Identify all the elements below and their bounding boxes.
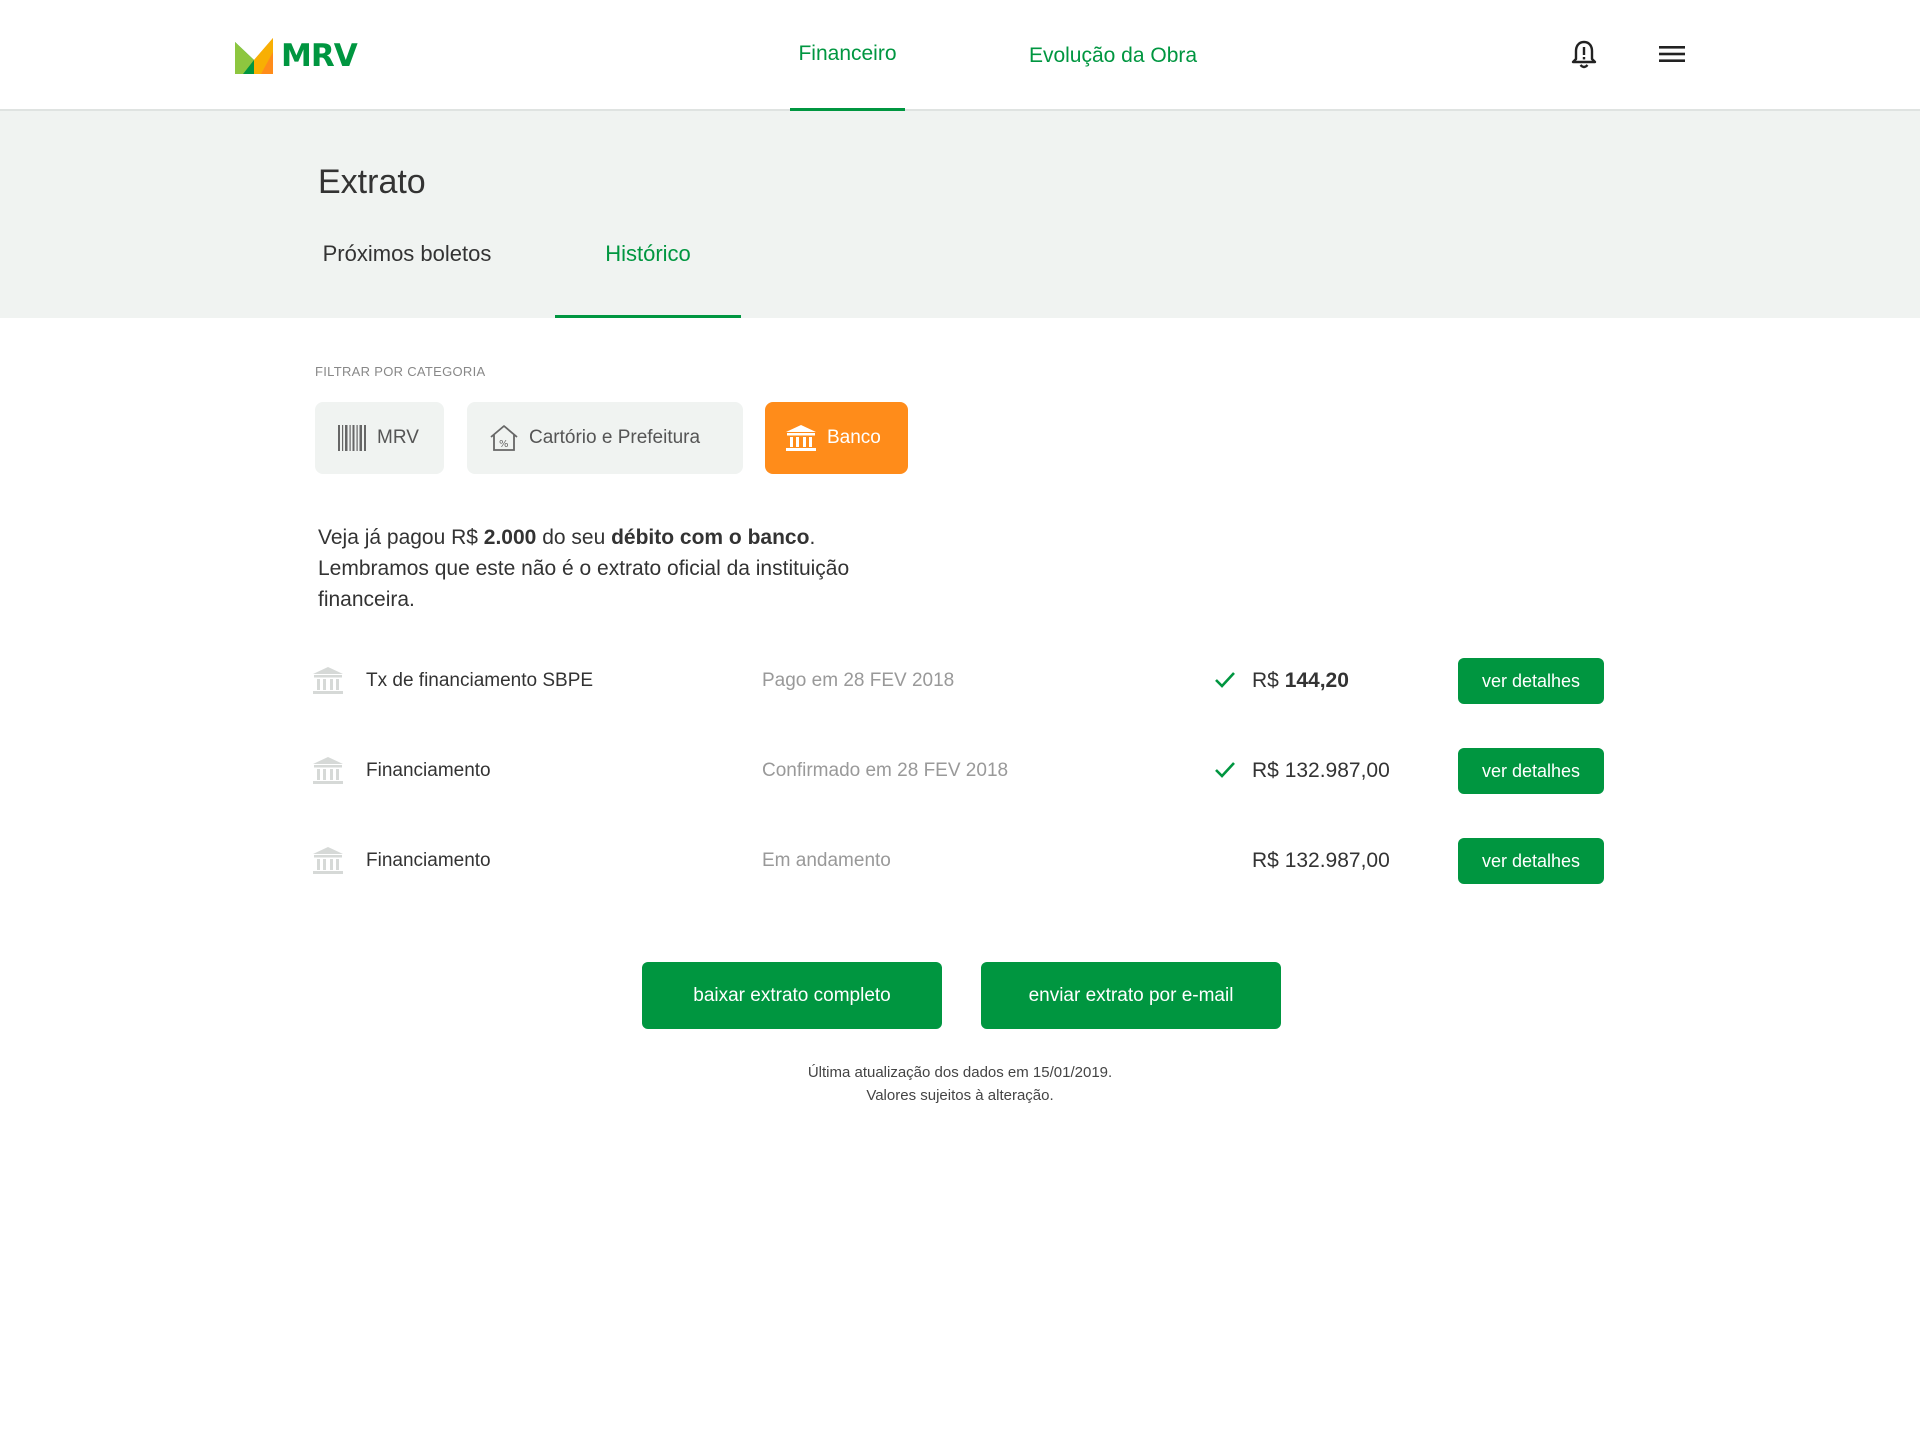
transaction-status: Pago em 28 FEV 2018	[762, 670, 955, 691]
transaction-description: Tx de financiamento SBPE	[366, 670, 594, 691]
transaction-status: Confirmado em 28 FEV 2018	[762, 760, 1009, 781]
nav-tab-financeiro[interactable]: Financeiro	[790, 0, 905, 111]
ver-detalhes-button[interactable]: ver detalhes	[1458, 838, 1604, 884]
filter-chip-cartorio-prefeitura[interactable]: % Cartório e Prefeitura	[467, 402, 743, 474]
bank-icon	[785, 424, 817, 452]
filter-label: FILTRAR POR CATEGORIA	[315, 364, 486, 379]
transaction-status: Em andamento	[762, 850, 891, 871]
tab-historico[interactable]: Histórico	[555, 241, 741, 318]
values-disclaimer: Valores sujeitos à alteração.	[866, 1087, 1054, 1104]
transaction-description: Financiamento	[366, 850, 491, 871]
filter-chip-mrv[interactable]: MRV	[315, 402, 444, 474]
filter-chip-label: Banco	[827, 427, 881, 448]
check-icon	[1215, 672, 1235, 688]
transaction-row: Financiamento Em andamento R$ 132.987,00…	[312, 838, 1612, 884]
bank-icon	[313, 757, 343, 784]
filter-chip-label: Cartório e Prefeitura	[529, 427, 701, 448]
transaction-amount: R$ 132.987,00	[1252, 759, 1390, 783]
summary-text-part: .	[809, 526, 816, 549]
transaction-row: Financiamento Confirmado em 28 FEV 2018 …	[312, 748, 1612, 794]
page-header: Extrato Próximos boletos Histórico	[0, 111, 1920, 318]
transaction-amount: R$ 132.987,00	[1252, 849, 1390, 873]
summary-disclaimer: Lembramos que este não é o extrato ofici…	[318, 557, 850, 611]
transaction-row: Tx de financiamento SBPE Pago em 28 FEV …	[312, 658, 1612, 704]
email-statement-button[interactable]: enviar extrato por e-mail	[981, 962, 1281, 1029]
house-percent-icon: %	[489, 424, 519, 452]
download-statement-button[interactable]: baixar extrato completo	[642, 962, 942, 1029]
filter-chip-label: MRV	[377, 427, 419, 448]
check-icon	[1215, 762, 1235, 778]
transaction-amount: R$ 144,20	[1252, 669, 1349, 693]
filter-chip-banco[interactable]: Banco	[765, 402, 908, 474]
mrv-logo-mark	[235, 38, 273, 74]
mrv-logo[interactable]: MRV	[235, 38, 358, 74]
last-update-note: Última atualização dos dados em 15/01/20…	[807, 1064, 1113, 1081]
amount-value: 144,20	[1284, 669, 1349, 692]
bell-alert-icon[interactable]	[1568, 38, 1600, 70]
currency-symbol: R$	[1252, 759, 1285, 782]
summary-debt-label: débito com o banco	[611, 526, 810, 549]
amount-value: 132.987,00	[1284, 849, 1390, 872]
ver-detalhes-button[interactable]: ver detalhes	[1458, 658, 1604, 704]
currency-symbol: R$	[1252, 669, 1285, 692]
summary-text-part: do seu	[536, 526, 612, 549]
top-navigation: MRV Financeiro Evolução da Obra	[0, 0, 1920, 111]
tab-proximos-boletos[interactable]: Próximos boletos	[318, 241, 496, 318]
summary-text-part: Veja já pagou R$	[318, 526, 484, 549]
ver-detalhes-button[interactable]: ver detalhes	[1458, 748, 1604, 794]
bank-icon	[313, 847, 343, 874]
page-title: Extrato	[318, 163, 426, 201]
transaction-description: Financiamento	[366, 760, 491, 781]
barcode-icon	[337, 424, 367, 452]
summary-paid-amount: 2.000	[483, 526, 537, 549]
bank-icon	[313, 667, 343, 694]
currency-symbol: R$	[1252, 849, 1285, 872]
nav-tab-evolucao-da-obra[interactable]: Evolução da Obra	[1010, 0, 1216, 111]
amount-value: 132.987,00	[1284, 759, 1390, 782]
svg-text:%: %	[499, 439, 509, 450]
hamburger-menu-icon[interactable]	[1656, 38, 1688, 70]
brand-name: MRV	[281, 38, 358, 74]
summary-text: Veja já pagou R$ 2.000 do seu débito com…	[318, 522, 878, 615]
